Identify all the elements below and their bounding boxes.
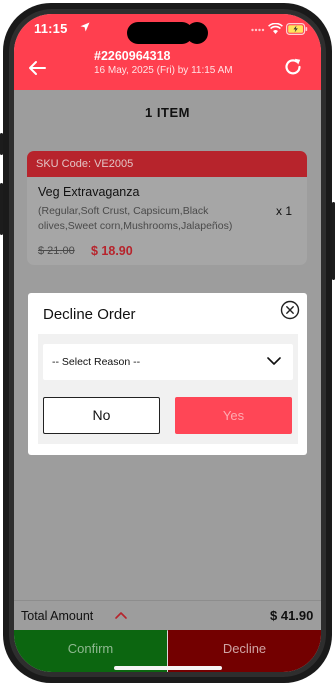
dynamic-island — [127, 22, 193, 44]
item-name: Veg Extravaganza — [38, 185, 140, 199]
sku-code: SKU Code: VE2005 — [27, 151, 307, 177]
close-icon[interactable] — [280, 300, 300, 320]
refresh-icon[interactable] — [282, 56, 304, 78]
decline-order-dialog: Decline Order -- Select Reason -- No Yes — [28, 293, 307, 455]
item-description: (Regular,Soft Crust, Capsicum,Black oliv… — [38, 205, 233, 232]
chevron-up-icon[interactable] — [114, 610, 128, 620]
wifi-icon — [268, 23, 283, 34]
no-button[interactable]: No — [43, 397, 160, 434]
order-content: 1 ITEM SKU Code: VE2005 Veg Extravaganza… — [14, 90, 321, 630]
reason-select-value: -- Select Reason -- — [52, 356, 141, 368]
order-datetime: 16 May, 2025 (Fri) by 11:15 AM — [94, 65, 233, 76]
items-count-title: 1 ITEM — [145, 105, 190, 120]
status-time: 11:15 — [34, 21, 68, 36]
dialog-title: Decline Order — [43, 306, 136, 323]
item-original-price: $ 21.00 — [38, 245, 75, 257]
total-amount-bar[interactable]: Total Amount $ 41.90 — [14, 600, 321, 631]
reason-select[interactable]: -- Select Reason -- — [43, 344, 293, 380]
home-indicator[interactable] — [114, 666, 222, 670]
app-screen: 11:15 #2260964318 16 May, 2025 (Fri) by … — [14, 14, 321, 672]
app-header: #2260964318 16 May, 2025 (Fri) by 11:15 … — [14, 48, 321, 90]
item-price: $ 18.90 — [91, 244, 133, 258]
back-arrow-icon[interactable] — [26, 57, 48, 79]
total-amount-label: Total Amount — [21, 609, 94, 623]
camera-cutout — [186, 22, 208, 44]
chevron-down-icon — [267, 357, 281, 365]
signal-icon — [251, 28, 265, 32]
item-quantity: x 1 — [276, 204, 293, 218]
battery-charging-icon — [286, 23, 308, 35]
yes-button[interactable]: Yes — [175, 397, 292, 434]
order-item-card: SKU Code: VE2005 Veg Extravaganza (Regul… — [27, 151, 307, 265]
location-arrow-icon — [80, 22, 90, 32]
dialog-body: -- Select Reason -- No Yes — [38, 334, 298, 444]
total-amount-value: $ 41.90 — [270, 608, 314, 623]
status-bar: 11:15 — [14, 14, 321, 48]
order-number: #2260964318 — [94, 49, 171, 63]
phone-frame: 11:15 #2260964318 16 May, 2025 (Fri) by … — [0, 0, 335, 686]
